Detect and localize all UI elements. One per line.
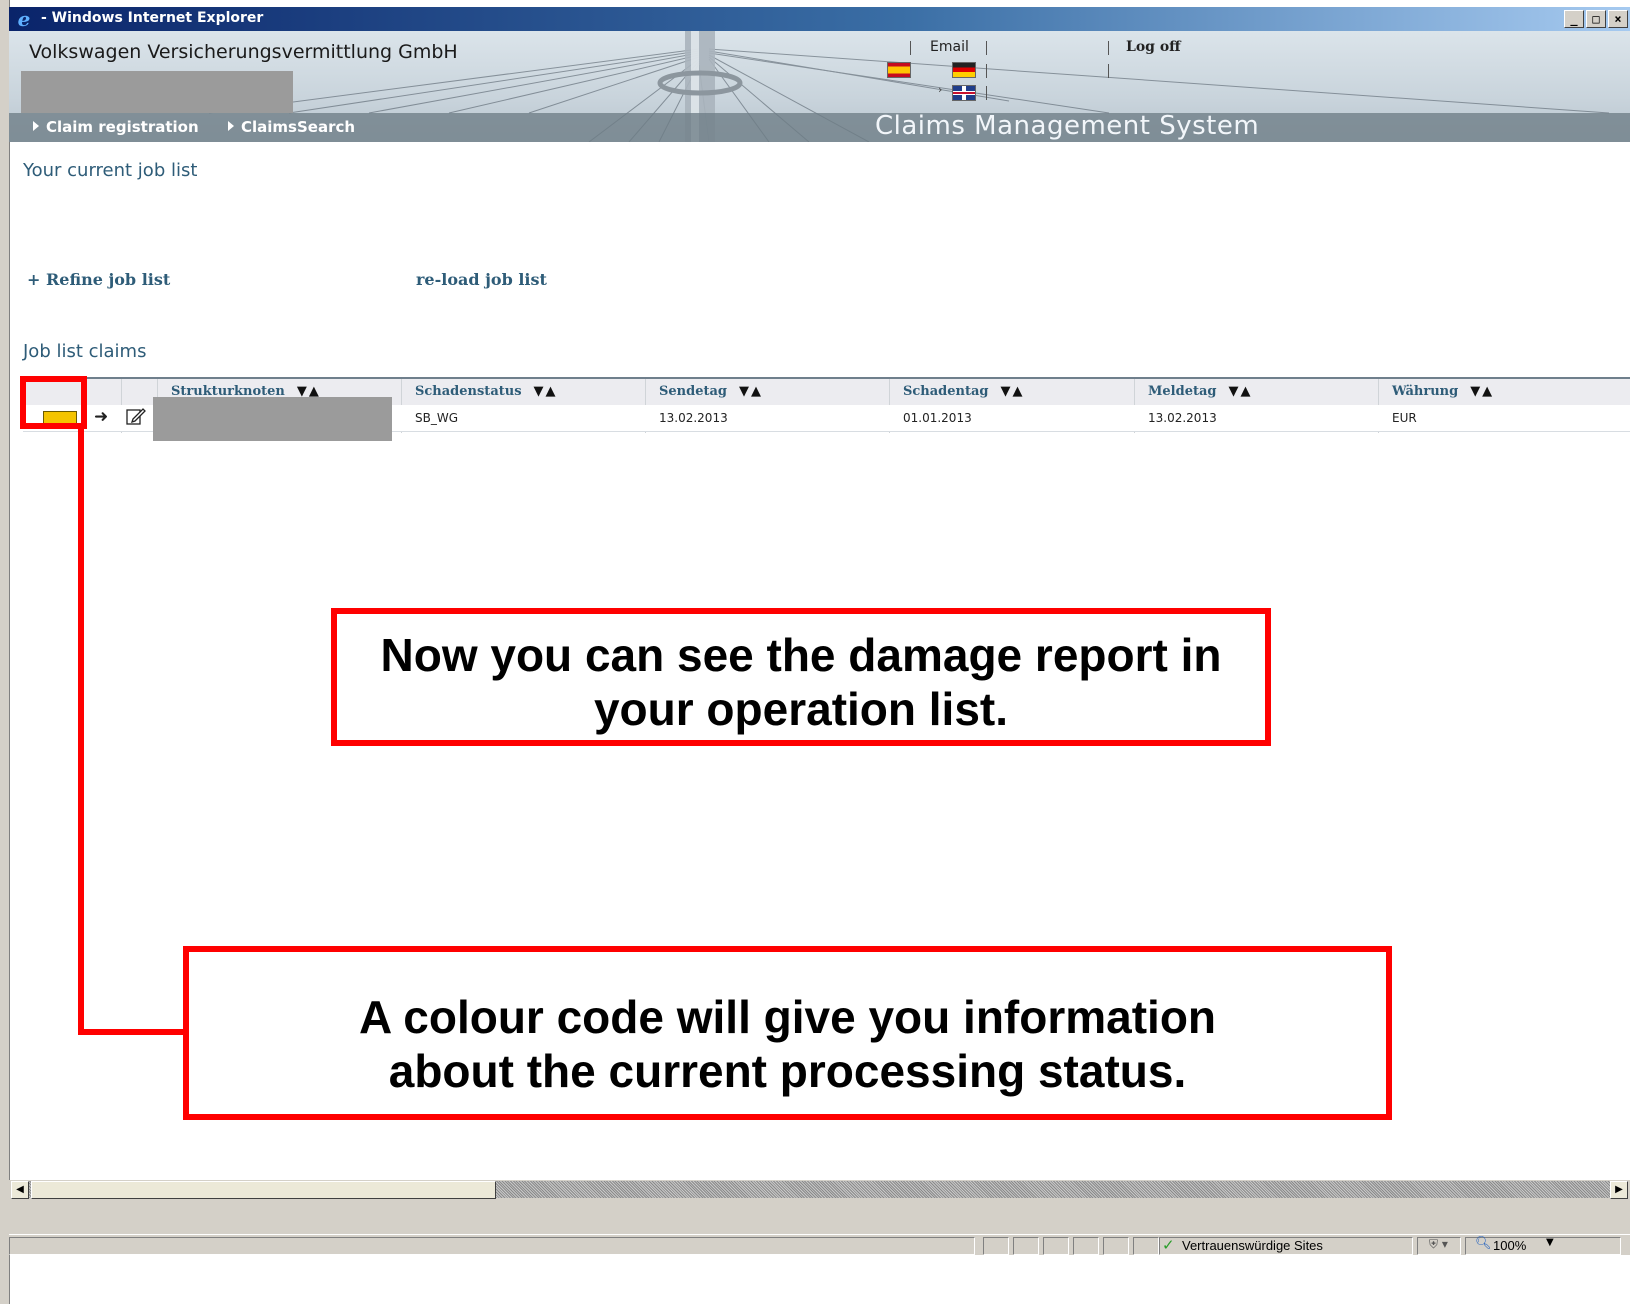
german-flag-icon[interactable] xyxy=(952,62,976,78)
nav-label: ClaimsSearch xyxy=(241,118,356,136)
spanish-flag-icon[interactable] xyxy=(887,62,911,78)
status-segment xyxy=(1013,1237,1039,1255)
column-header-schadentag[interactable]: Schadentag ▼▲ xyxy=(903,384,1025,399)
window-titlebar[interactable]: e - Windows Internet Explorer _ □ × xyxy=(9,7,1630,31)
chevron-down-icon[interactable]: ▼ xyxy=(1546,1237,1554,1248)
status-segment xyxy=(1043,1237,1069,1255)
nav-claim-registration[interactable]: Claim registration xyxy=(33,118,199,136)
callout-line: Now you can see the damage report in xyxy=(380,629,1222,681)
separator xyxy=(986,86,987,100)
column-header-waehrung[interactable]: Währung ▼▲ xyxy=(1392,384,1494,399)
horizontal-scrollbar[interactable]: ◀ ▶ xyxy=(9,1180,1630,1200)
zoom-level[interactable]: 100% xyxy=(1493,1238,1526,1253)
window-controls: _ □ × xyxy=(1564,10,1628,28)
separator xyxy=(1108,41,1109,55)
nav-label: Claim registration xyxy=(46,118,199,136)
sort-arrows-icon[interactable]: ▼▲ xyxy=(1001,384,1025,399)
scrollbar-thumb[interactable] xyxy=(31,1181,496,1199)
company-name: Volkswagen Versicherungsvermittlung GmbH xyxy=(29,41,458,63)
separator xyxy=(986,41,987,55)
table-row[interactable]: ➜ SB_WG 13.02.2013 01.01.2013 13.02.2013… xyxy=(23,397,1630,441)
redacted-strukturknoten xyxy=(153,397,392,441)
cell-schadentag: 01.01.2013 xyxy=(903,411,972,425)
column-header-meldetag[interactable]: Meldetag ▼▲ xyxy=(1148,384,1252,399)
sort-arrows-icon[interactable]: ▼▲ xyxy=(534,384,558,399)
triangle-right-icon xyxy=(228,121,234,131)
callout-line: your operation list. xyxy=(593,683,1009,735)
callout-line: A colour code will give you information xyxy=(358,991,1217,1043)
separator xyxy=(1108,64,1109,78)
callout-damage-report: Now you can see the damage report in you… xyxy=(331,608,1271,746)
status-highlight-box xyxy=(20,376,87,429)
british-flag-icon[interactable] xyxy=(952,85,976,101)
status-segment xyxy=(1103,1237,1129,1255)
column-label: Währung xyxy=(1392,384,1459,399)
status-segment xyxy=(9,1237,975,1255)
callout-text: A colour code will give you information … xyxy=(189,990,1386,1098)
column-label: Schadenstatus xyxy=(415,384,522,399)
internet-explorer-icon: e xyxy=(17,7,31,31)
checkmark-icon: ✓ xyxy=(1162,1236,1175,1254)
restore-button[interactable]: □ xyxy=(1586,10,1606,28)
redacted-area xyxy=(21,71,293,113)
zoom-icon[interactable]: 🔍︎ xyxy=(1475,1236,1492,1251)
close-button[interactable]: × xyxy=(1608,10,1628,28)
column-header-schadenstatus[interactable]: Schadenstatus ▼▲ xyxy=(415,384,558,399)
column-header-sendetag[interactable]: Sendetag ▼▲ xyxy=(659,384,763,399)
callout-connector-line xyxy=(78,428,84,1034)
sort-arrows-icon[interactable]: ▼▲ xyxy=(1470,384,1494,399)
status-segment xyxy=(983,1237,1009,1255)
minimize-button[interactable]: _ xyxy=(1564,10,1584,28)
callout-text: Now you can see the damage report in you… xyxy=(337,628,1265,736)
callout-line: about the current processing status. xyxy=(388,1045,1187,1097)
window-title: - Windows Internet Explorer xyxy=(41,10,264,26)
callout-colour-code: A colour code will give you information … xyxy=(183,946,1392,1120)
browser-chrome-area xyxy=(9,1200,1630,1234)
scroll-right-button[interactable]: ▶ xyxy=(1610,1181,1628,1199)
status-segment xyxy=(1133,1237,1159,1255)
sort-arrows-icon[interactable]: ▼▲ xyxy=(1228,384,1252,399)
column-label: Sendetag xyxy=(659,384,727,399)
email-link[interactable]: Email xyxy=(930,39,969,55)
triangle-right-icon xyxy=(33,121,39,131)
cell-meldetag: 13.02.2013 xyxy=(1148,411,1217,425)
security-zone[interactable]: Vertrauenswürdige Sites xyxy=(1182,1238,1323,1253)
browser-status-bar: ✓ Vertrauenswürdige Sites ⛨ ▾ 🔍︎ 100% ▼ xyxy=(9,1234,1630,1255)
edit-icon[interactable] xyxy=(126,407,146,425)
sort-arrows-icon[interactable]: ▼▲ xyxy=(739,384,763,399)
logoff-link[interactable]: Log off xyxy=(1126,39,1181,55)
job-list-claims-heading: Job list claims xyxy=(23,341,147,362)
status-segment xyxy=(1073,1237,1099,1255)
scroll-left-button[interactable]: ◀ xyxy=(11,1181,29,1199)
window-frame-left xyxy=(0,0,10,1304)
cell-sendetag: 13.02.2013 xyxy=(659,411,728,425)
nav-claims-search[interactable]: ClaimsSearch xyxy=(228,118,355,136)
main-nav: Claim registration ClaimsSearch Claims M… xyxy=(9,111,1630,142)
system-title: Claims Management System xyxy=(875,111,1260,141)
app-header: Volkswagen Versicherungsvermittlung GmbH… xyxy=(9,31,1630,142)
reload-job-list-link[interactable]: re-load job list xyxy=(416,270,547,289)
current-job-list-heading: Your current job list xyxy=(23,160,198,181)
selected-language-arrow-icon: › xyxy=(938,83,943,96)
arrow-right-icon[interactable]: ➜ xyxy=(94,407,108,427)
callout-connector-line xyxy=(78,1029,190,1035)
separator xyxy=(986,64,987,78)
column-label: Meldetag xyxy=(1148,384,1217,399)
cell-waehrung: EUR xyxy=(1392,411,1417,425)
separator xyxy=(910,41,911,55)
cell-schadenstatus: SB_WG xyxy=(415,411,459,425)
protected-mode-icon[interactable]: ⛨ ▾ xyxy=(1429,1237,1448,1252)
refine-job-list-link[interactable]: + Refine job list xyxy=(27,270,170,289)
column-label: Schadentag xyxy=(903,384,989,399)
